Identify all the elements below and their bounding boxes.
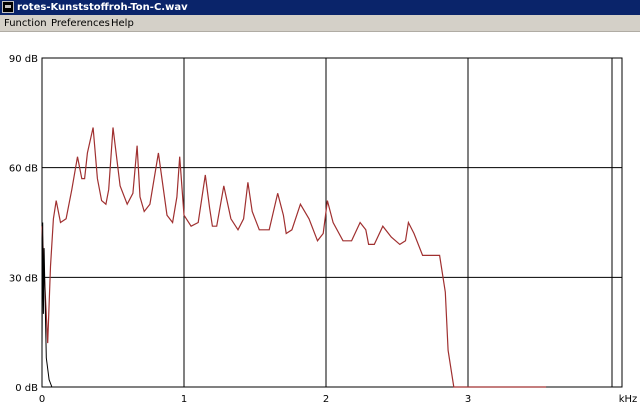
window-title: rotes-Kunststoffroh-Ton-C.wav	[17, 2, 188, 13]
y-tick-label: 60 dB	[9, 164, 38, 175]
plot-frame	[41, 57, 623, 388]
menu-preferences[interactable]: Preferences	[51, 17, 110, 30]
chart-curves	[41, 127, 547, 388]
spectrum-plot-area: 0 dB 30 dB 60 dB 90 dB 0 1 2 3 kHz	[0, 32, 640, 415]
y-tick-label: 90 dB	[9, 54, 38, 65]
x-tick-label: 3	[465, 394, 471, 405]
spectrum-curve	[41, 127, 547, 388]
y-tick-labels: 0 dB 30 dB 60 dB 90 dB	[9, 54, 38, 394]
x-tick-labels: 0 1 2 3	[39, 394, 471, 405]
x-tick-label: 1	[181, 394, 187, 405]
x-axis-unit-label: kHz	[619, 394, 638, 405]
x-tick-label: 2	[323, 394, 329, 405]
y-tick-label: 30 dB	[9, 273, 38, 284]
app-icon[interactable]	[2, 1, 14, 13]
spectrum-chart: 0 dB 30 dB 60 dB 90 dB 0 1 2 3 kHz	[9, 54, 638, 405]
menu-help[interactable]: Help	[111, 17, 134, 30]
chart-grid	[41, 57, 623, 388]
y-tick-label: 0 dB	[15, 383, 38, 394]
menu-function[interactable]: Function	[4, 17, 47, 30]
title-bar[interactable]: rotes-Kunststoffroh-Ton-C.wav	[0, 0, 640, 15]
x-tick-label: 0	[39, 394, 45, 405]
menu-bar: Function Preferences Help	[0, 15, 640, 32]
